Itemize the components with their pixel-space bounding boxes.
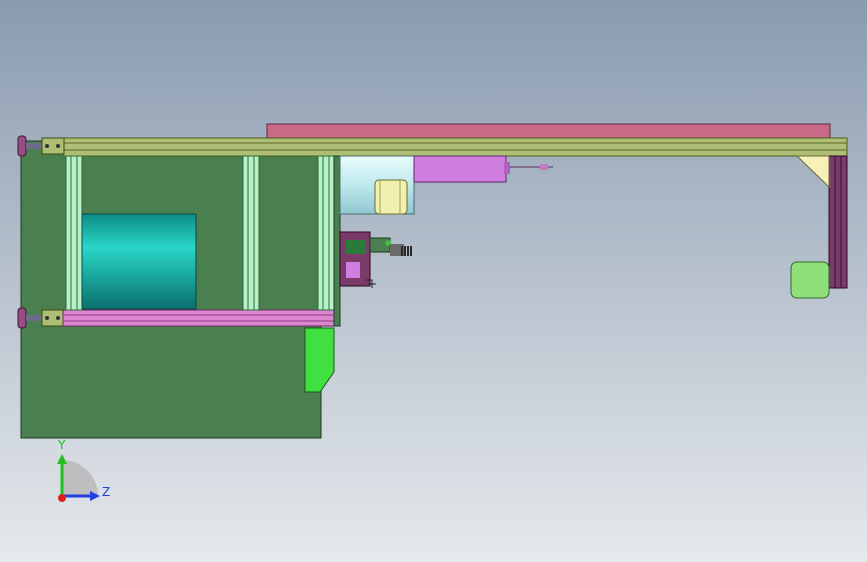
right-frame-edge: [333, 155, 341, 327]
upright-middle[interactable]: [242, 155, 260, 311]
triad-graphic: [57, 454, 100, 502]
green-pad[interactable]: [790, 261, 830, 299]
z-axis-label: Z: [102, 485, 111, 499]
cylinder-roll[interactable]: [81, 213, 197, 310]
upright-left[interactable]: [65, 155, 83, 311]
right-column[interactable]: [828, 155, 848, 289]
y-axis-label: Y: [58, 438, 66, 452]
top-rail[interactable]: [62, 137, 848, 157]
upright-right[interactable]: [317, 155, 335, 311]
x-axis-dot: [58, 494, 66, 502]
motor[interactable]: [339, 155, 415, 215]
bottom-rail[interactable]: [62, 309, 337, 327]
y-axis-head: [57, 454, 67, 464]
triad-quadrant: [62, 460, 98, 496]
cad-model-view[interactable]: [0, 0, 867, 562]
axis-triad: Y Z: [48, 438, 128, 520]
cad-viewport[interactable]: Y Z: [0, 0, 867, 562]
